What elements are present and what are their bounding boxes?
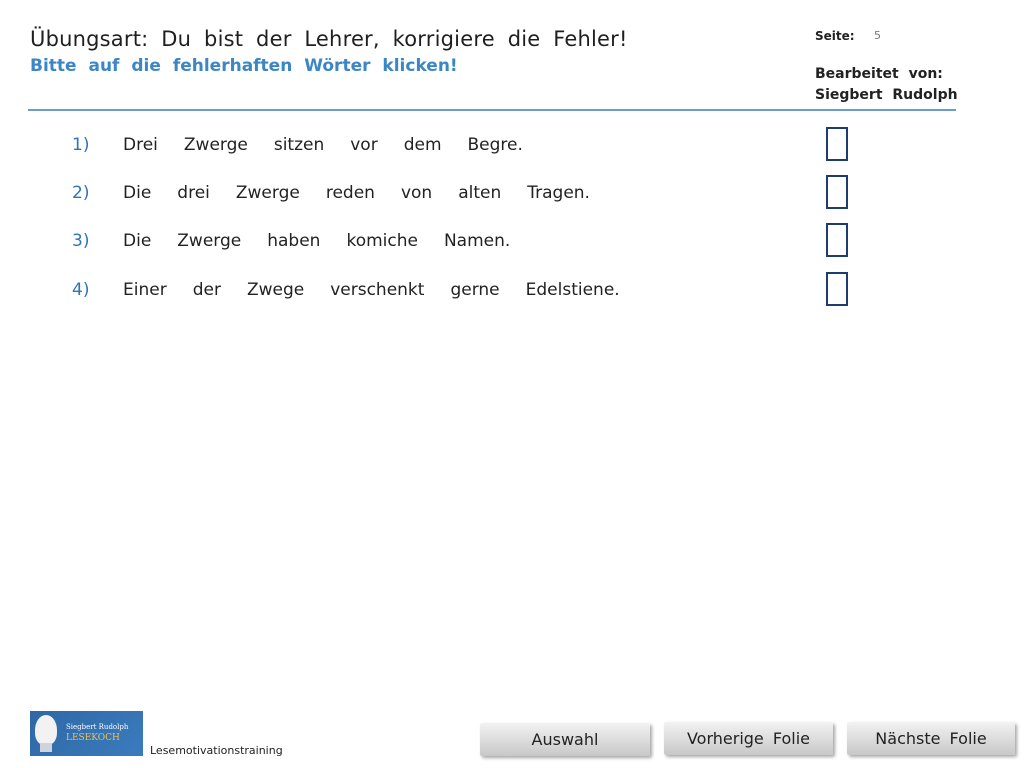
exercise-row: 2) Die drei Zwerge reden von alten Tragen.: [0, 175, 1024, 211]
sentence-word[interactable]: drei: [177, 183, 210, 203]
instruction-subtitle: Bitte auf die fehlerhaften Wörter klicke…: [30, 56, 458, 76]
answer-checkbox-icon[interactable]: [826, 223, 848, 257]
sentence-word[interactable]: Einer: [123, 280, 167, 300]
sentence-word[interactable]: alten: [458, 183, 501, 203]
sentence-word[interactable]: Zwerge: [177, 231, 241, 251]
sentence-word[interactable]: verschenkt: [330, 280, 424, 300]
sentence-word[interactable]: vor: [350, 135, 377, 155]
sentence-word[interactable]: gerne: [450, 280, 499, 300]
exercise-sentence: Die drei Zwerge reden von alten Tragen.: [123, 183, 590, 203]
exercise-sentence: Drei Zwerge sitzen vor dem Begre.: [123, 135, 523, 155]
sentence-word[interactable]: Die: [123, 183, 151, 203]
page-number: 5: [874, 29, 881, 42]
header-divider: [28, 109, 956, 111]
editor-name: Siegbert Rudolph: [815, 87, 958, 103]
lesekoch-logo: Siegbert Rudolph LESEKOCH: [30, 711, 143, 756]
sentence-word[interactable]: dem: [404, 135, 442, 155]
lightbulb-icon: [35, 715, 57, 745]
sentence-word[interactable]: komiche: [346, 231, 418, 251]
sentence-word[interactable]: reden: [326, 183, 375, 203]
answer-checkbox-icon[interactable]: [826, 127, 848, 161]
exercise-row: 1) Drei Zwerge sitzen vor dem Begre.: [0, 127, 1024, 163]
lightbulb-base-icon: [40, 743, 52, 752]
exercise-sentence: Einer der Zwege verschenkt gerne Edelstiene.: [123, 280, 620, 300]
sentence-word[interactable]: Zwege: [247, 280, 304, 300]
logo-author-text: Siegbert Rudolph: [66, 723, 129, 731]
answer-checkbox-icon[interactable]: [826, 175, 848, 209]
sentence-word[interactable]: Die: [123, 231, 151, 251]
sentence-word[interactable]: Zwerge: [236, 183, 300, 203]
selection-button[interactable]: Auswahl: [480, 723, 650, 756]
exercise-row: 3) Die Zwerge haben komiche Namen.: [0, 223, 1024, 259]
sentence-word[interactable]: Drei: [123, 135, 158, 155]
editor-label: Bearbeitet von:: [815, 66, 943, 82]
exercise-number: 2): [72, 183, 90, 203]
sentence-word[interactable]: Tragen.: [527, 183, 590, 203]
exercise-sentence: Die Zwerge haben komiche Namen.: [123, 231, 510, 251]
sentence-word[interactable]: haben: [267, 231, 320, 251]
page-label: Seite:: [815, 29, 855, 43]
exercise-number: 1): [72, 135, 90, 155]
logo-brand-text: LESEKOCH: [66, 733, 120, 743]
sentence-word[interactable]: Edelstiene.: [526, 280, 620, 300]
sentence-word[interactable]: Begre.: [468, 135, 523, 155]
exercise-number: 4): [72, 280, 90, 300]
exercise-number: 3): [72, 231, 90, 251]
next-slide-button[interactable]: Nächste Folie: [847, 722, 1015, 755]
footer-label: Lesemotivationstraining: [150, 744, 283, 757]
page-title: Übungsart: Du bist der Lehrer, korrigier…: [30, 27, 628, 51]
sentence-word[interactable]: Zwerge: [184, 135, 248, 155]
sentence-word[interactable]: von: [401, 183, 432, 203]
sentence-word[interactable]: sitzen: [274, 135, 324, 155]
sentence-word[interactable]: der: [193, 280, 221, 300]
answer-checkbox-icon[interactable]: [826, 272, 848, 306]
sentence-word[interactable]: Namen.: [444, 231, 510, 251]
previous-slide-button[interactable]: Vorherige Folie: [664, 722, 833, 755]
exercise-row: 4) Einer der Zwege verschenkt gerne Edelstiene…: [0, 272, 1024, 308]
